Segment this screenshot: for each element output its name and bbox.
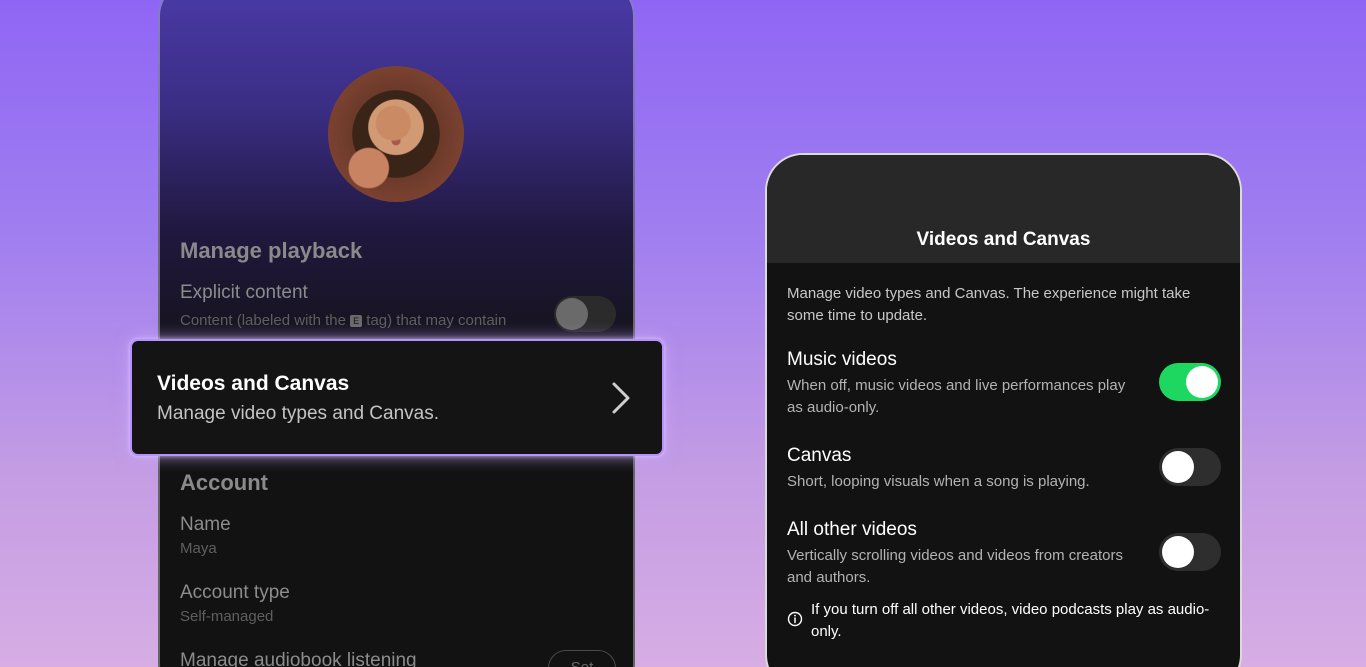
- toggle-knob: [556, 298, 588, 330]
- videos-and-canvas-subtitle: Manage video types and Canvas.: [157, 403, 440, 424]
- toggle-knob: [1162, 451, 1194, 483]
- profile-avatar: [328, 66, 464, 202]
- info-icon: [787, 611, 803, 627]
- audiobook-listening-label: Manage audiobook listening: [180, 650, 417, 667]
- account-heading: Account: [180, 470, 268, 495]
- screen-header: Videos and Canvas: [767, 155, 1240, 263]
- explicit-tag-icon: E: [350, 315, 363, 327]
- name-value: Maya: [180, 540, 217, 557]
- music-videos-description: When off, music videos and live performa…: [787, 377, 1126, 416]
- music-videos-label: Music videos: [787, 349, 897, 370]
- videos-and-canvas-menu-item[interactable]: Videos and Canvas Manage video types and…: [130, 339, 664, 456]
- canvas-description: Short, looping visuals when a song is pl…: [787, 473, 1090, 490]
- all-other-videos-toggle[interactable]: [1159, 533, 1221, 571]
- toggle-knob: [1162, 536, 1194, 568]
- manage-playback-heading: Manage playback: [180, 238, 363, 263]
- videos-and-canvas-title: Videos and Canvas: [157, 372, 350, 395]
- explicit-content-toggle[interactable]: [554, 296, 616, 332]
- chevron-right-icon: [612, 382, 630, 414]
- toggle-knob: [1186, 366, 1218, 398]
- screen-title: Videos and Canvas: [916, 229, 1091, 250]
- explicit-content-label: Explicit content: [180, 282, 308, 303]
- canvas-toggle[interactable]: [1159, 448, 1221, 486]
- canvas-label: Canvas: [787, 445, 852, 466]
- explicit-desc-before: Content (labeled with the: [180, 312, 351, 329]
- info-note: If you turn off all other videos, video …: [811, 601, 1210, 640]
- intro-text: Manage video types and Canvas. The exper…: [787, 285, 1191, 324]
- explicit-content-description: Content (labeled with the E tag) that ma…: [180, 312, 506, 329]
- explicit-desc-after: tag) that may contain: [362, 312, 507, 329]
- settings-phone-frame: Manage playback Explicit content Content…: [158, 0, 635, 667]
- all-other-videos-label: All other videos: [787, 519, 917, 540]
- videos-canvas-phone-frame: Videos and Canvas Manage video types and…: [765, 153, 1242, 667]
- all-other-videos-description: Vertically scrolling videos and videos f…: [787, 547, 1123, 586]
- name-label: Name: [180, 514, 231, 535]
- account-type-label: Account type: [180, 582, 290, 603]
- account-type-value: Self-managed: [180, 608, 274, 625]
- music-videos-toggle[interactable]: [1159, 363, 1221, 401]
- audiobook-set-button[interactable]: Set: [548, 650, 616, 667]
